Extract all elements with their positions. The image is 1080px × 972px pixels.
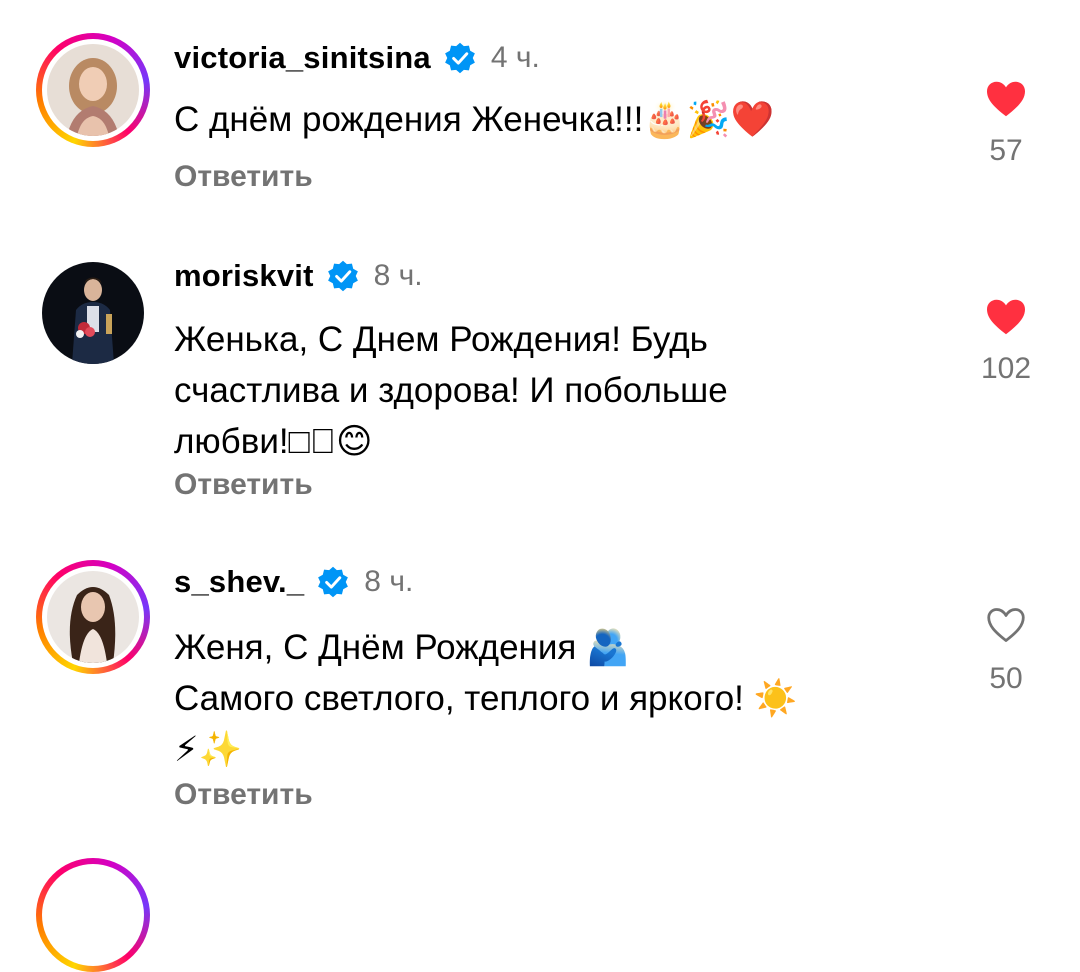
username[interactable]: moriskvit: [174, 258, 314, 294]
username[interactable]: s_shev._: [174, 564, 304, 600]
avatar-image: [47, 44, 139, 136]
avatar-image: [42, 262, 144, 364]
heart-filled-icon: [987, 81, 1025, 117]
reply-button[interactable]: Ответить: [174, 160, 313, 194]
reply-button[interactable]: Ответить: [174, 468, 313, 502]
verified-badge-icon: [327, 260, 358, 292]
avatar[interactable]: [36, 858, 150, 972]
avatar-photo: [47, 571, 139, 663]
avatar-photo: [47, 44, 139, 136]
comment-time: 8 ч.: [364, 565, 414, 598]
comment-item: moriskvit 8 ч. Женька, С Днем Рождения! …: [0, 230, 1080, 540]
like-button[interactable]: [968, 606, 1044, 644]
avatar[interactable]: [36, 560, 150, 674]
comment-text: Женька, С Днем Рождения! Будь счастлива …: [174, 320, 728, 461]
comment-text: С днём рождения Женечка!!!🎂🎉❤️: [174, 100, 775, 139]
comment-text: Женя, С Днём Рождения 🫂 Самого светлого,…: [174, 628, 798, 769]
verified-badge-icon: [318, 566, 349, 598]
avatar[interactable]: [36, 256, 150, 370]
avatar-image: [47, 571, 139, 663]
avatar-photo: [42, 262, 144, 364]
comment-time: 8 ч.: [373, 259, 423, 292]
like-count: 50: [989, 662, 1023, 695]
avatar[interactable]: [36, 33, 150, 147]
like-count: 102: [980, 352, 1032, 385]
verified-badge-icon: [445, 42, 475, 74]
comment-item: victoria_sinitsina 4 ч. С днём рождения …: [0, 0, 1080, 230]
heart-outline-icon: [987, 608, 1025, 642]
reply-button[interactable]: Ответить: [174, 778, 313, 812]
comment-item: s_shev._ 8 ч. Женя, С Днём Рождения 🫂 Са…: [0, 540, 1080, 850]
like-button[interactable]: [968, 80, 1044, 118]
heart-filled-icon: [987, 299, 1025, 335]
like-count: 57: [989, 134, 1023, 167]
like-button[interactable]: [968, 298, 1044, 336]
comment-time: 4 ч.: [490, 41, 540, 74]
username[interactable]: victoria_sinitsina: [174, 40, 431, 76]
